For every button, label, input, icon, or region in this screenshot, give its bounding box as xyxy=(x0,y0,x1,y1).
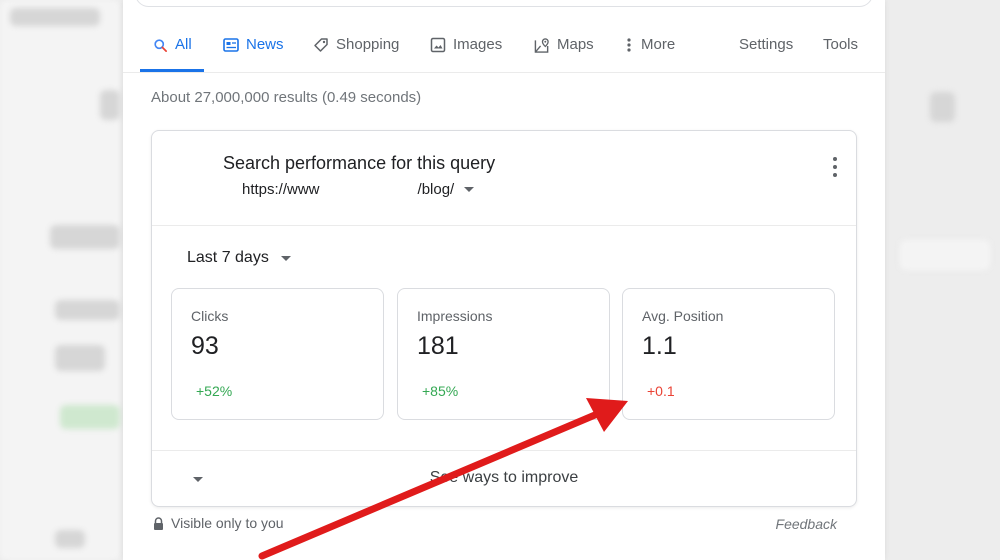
visibility-label: Visible only to you xyxy=(171,515,284,531)
metric-delta: +0.1 xyxy=(647,383,675,399)
metric-value: 1.1 xyxy=(642,332,677,360)
see-ways-to-improve-button[interactable]: See ways to improve xyxy=(152,451,856,506)
tab-label: Images xyxy=(453,36,503,53)
dropdown-arrow-icon xyxy=(280,255,291,261)
feedback-link[interactable]: Feedback xyxy=(776,516,837,532)
metric-delta: +52% xyxy=(196,383,233,399)
tab-tools[interactable]: Tools xyxy=(823,28,858,72)
improve-label: See ways to improve xyxy=(429,469,579,486)
tab-label: News xyxy=(246,36,284,53)
more-options-icon[interactable] xyxy=(832,157,838,177)
tab-all[interactable]: All xyxy=(140,28,204,72)
tab-settings[interactable]: Settings xyxy=(739,28,793,72)
card-title: Search performance for this query xyxy=(223,153,496,173)
result-stats: About 27,000,000 results (0.49 seconds) xyxy=(151,89,422,106)
metric-impressions[interactable]: Impressions 181 +85% xyxy=(397,288,610,420)
news-icon xyxy=(223,37,239,53)
image-icon xyxy=(430,37,446,53)
metric-label: Impressions xyxy=(417,308,493,324)
tab-images[interactable]: Images xyxy=(430,28,502,72)
dropdown-arrow-icon xyxy=(464,187,475,192)
metric-label: Clicks xyxy=(191,308,229,324)
search-tabs: All News Shopping Images Maps More Setti… xyxy=(123,28,885,73)
search-results-panel: All News Shopping Images Maps More Setti… xyxy=(123,0,885,560)
tab-label: Settings xyxy=(739,36,794,53)
tag-icon xyxy=(313,37,329,53)
tab-label: All xyxy=(175,36,192,53)
tab-label: Maps xyxy=(557,36,594,53)
property-url-selector[interactable]: https://www /blog/ xyxy=(242,181,475,198)
tab-label: Tools xyxy=(823,36,859,53)
tab-more[interactable]: More xyxy=(625,28,675,72)
url-start: https://www xyxy=(242,181,320,198)
search-performance-card: Search performance for this query https:… xyxy=(151,130,857,507)
tab-label: Shopping xyxy=(336,36,400,53)
url-end: /blog/ xyxy=(417,181,455,198)
divider xyxy=(152,225,856,226)
metric-clicks[interactable]: Clicks 93 +52% xyxy=(171,288,384,420)
metric-value: 93 xyxy=(191,332,219,360)
metric-delta: +85% xyxy=(422,383,459,399)
date-range-label: Last 7 days xyxy=(187,249,269,266)
tab-label: More xyxy=(641,36,676,53)
metric-label: Avg. Position xyxy=(642,308,724,324)
search-icon xyxy=(152,37,168,53)
metric-value: 181 xyxy=(417,332,459,360)
map-icon xyxy=(534,37,550,53)
tab-maps[interactable]: Maps xyxy=(534,28,594,72)
date-range-selector[interactable]: Last 7 days xyxy=(187,249,291,267)
search-box[interactable] xyxy=(135,0,873,7)
lock-icon xyxy=(153,516,164,530)
more-vertical-icon xyxy=(625,37,633,53)
tab-news[interactable]: News xyxy=(223,28,284,72)
tab-shopping[interactable]: Shopping xyxy=(313,28,399,72)
visibility-note: Visible only to you xyxy=(153,515,284,531)
metric-avg-position[interactable]: Avg. Position 1.1 +0.1 xyxy=(622,288,835,420)
